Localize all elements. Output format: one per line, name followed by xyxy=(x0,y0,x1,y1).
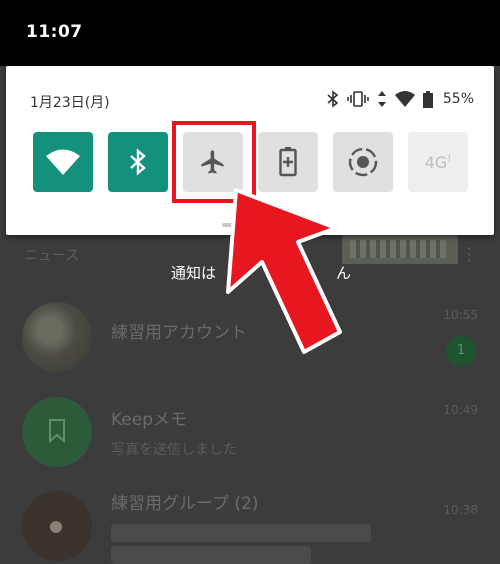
no-notifications-text: 通知はん xyxy=(171,264,352,282)
bookmark-icon xyxy=(49,419,65,443)
bluetooth-icon xyxy=(327,90,339,108)
news-section-label: ニュース xyxy=(24,248,80,264)
drag-handle[interactable] xyxy=(222,223,256,227)
chat-title: Keepメモ xyxy=(111,410,188,430)
chat-time: 10:55 xyxy=(443,308,478,322)
airplane-highlight-box xyxy=(172,121,256,203)
signal-icon xyxy=(377,90,387,108)
message-preview-blur xyxy=(111,524,371,542)
shade-status-icons: 55% xyxy=(327,88,474,110)
chat-subtitle: 写真を送信しました xyxy=(111,442,237,458)
avatar xyxy=(22,302,92,372)
chat-row[interactable]: Keepメモ 写真を送信しました 10:49 xyxy=(0,385,500,475)
shade-date: 1月23日(月) xyxy=(30,95,110,111)
bluetooth-tile[interactable] xyxy=(108,132,168,192)
wifi-tile[interactable] xyxy=(33,132,93,192)
quick-settings-panel: 1月23日(月) 55% 4G! xyxy=(6,66,494,235)
chat-time: 10:49 xyxy=(443,403,478,417)
status-time: 11:07 xyxy=(26,22,83,42)
avatar xyxy=(22,491,92,561)
rotate-icon xyxy=(348,147,378,177)
chat-title: 練習用グループ (2) xyxy=(111,494,259,514)
chat-time: 10:38 xyxy=(443,503,478,517)
status-bar: 11:07 xyxy=(0,0,500,66)
battery-icon xyxy=(422,90,433,108)
avatar xyxy=(22,397,92,467)
chat-row[interactable]: 練習用アカウント 10:55 1 xyxy=(0,290,500,380)
more-options-icon[interactable]: ⋮ xyxy=(460,244,478,265)
message-preview-blur xyxy=(111,546,311,564)
vibrate-icon xyxy=(347,91,369,107)
wifi-icon xyxy=(46,149,80,175)
chat-title: 練習用アカウント xyxy=(111,323,247,343)
auto-rotate-tile[interactable] xyxy=(333,132,393,192)
wifi-signal-icon xyxy=(394,91,415,107)
battery-saver-icon xyxy=(279,147,297,177)
4g-icon: 4G! xyxy=(424,152,452,172)
bluetooth-icon xyxy=(130,148,146,176)
mobile-data-tile[interactable]: 4G! xyxy=(408,132,468,192)
battery-percent: 55% xyxy=(442,91,474,107)
battery-saver-tile[interactable] xyxy=(258,132,318,192)
news-thumbnail xyxy=(342,234,458,264)
unread-badge: 1 xyxy=(446,336,476,366)
